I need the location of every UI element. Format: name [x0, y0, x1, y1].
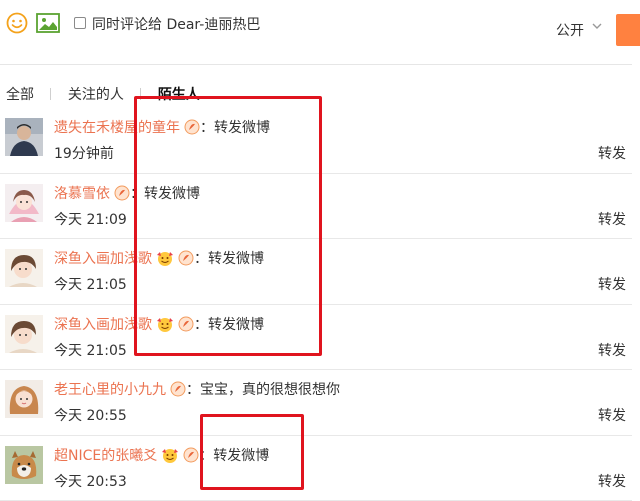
- repost-button[interactable]: 转发: [598, 340, 626, 360]
- avatar[interactable]: [5, 315, 43, 353]
- avatar[interactable]: [5, 380, 43, 418]
- timestamp: 今天 20:55: [54, 405, 127, 425]
- weibo-level-icon: [183, 447, 199, 463]
- chevron-down-icon[interactable]: [592, 21, 602, 31]
- repost-button[interactable]: 转发: [598, 471, 626, 491]
- avatar[interactable]: [5, 446, 43, 484]
- highlight-box: [134, 96, 322, 356]
- avatar[interactable]: [5, 249, 43, 287]
- avatar[interactable]: [5, 184, 43, 222]
- comment-text: ：宝宝，真的很想很想你: [186, 382, 340, 398]
- weibo-level-icon: [170, 381, 186, 397]
- emoji-badge-icon: [161, 447, 179, 463]
- tab-all[interactable]: 全部: [6, 87, 34, 103]
- timestamp: 今天 20:53: [54, 471, 127, 491]
- divider: [0, 64, 632, 65]
- avatar[interactable]: [5, 118, 43, 156]
- list-item: 超NICE的张曦爻：转发微博 今天 20:53 转发: [0, 436, 632, 501]
- list-item: 老王心里的小九九：宝宝，真的很想很想你 今天 20:55 转发: [0, 370, 632, 436]
- also-comment-label: 同时评论给 Dear-迪丽热巴: [92, 14, 260, 34]
- image-upload-icon[interactable]: [36, 13, 60, 33]
- also-comment-checkbox[interactable]: [74, 17, 86, 29]
- repost-button[interactable]: 转发: [598, 143, 626, 163]
- repost-button[interactable]: 转发: [598, 274, 626, 294]
- timestamp: 今天 21:05: [54, 340, 127, 360]
- submit-button[interactable]: [616, 14, 640, 46]
- repost-button[interactable]: 转发: [598, 405, 626, 425]
- timestamp: 今天 21:09: [54, 209, 127, 229]
- username[interactable]: 老王心里的小九九：宝宝，真的很想很想你: [54, 379, 340, 399]
- timestamp: 今天 21:05: [54, 274, 127, 294]
- weibo-level-icon: [114, 185, 130, 201]
- tab-separator: [50, 88, 51, 100]
- highlight-box: [200, 414, 304, 490]
- smile-emoji-icon[interactable]: [6, 12, 28, 34]
- timestamp: 19分钟前: [54, 143, 114, 163]
- composer-toolbar: 同时评论给 Dear-迪丽热巴 公开: [0, 0, 640, 58]
- visibility-dropdown[interactable]: 公开: [556, 20, 584, 40]
- repost-button[interactable]: 转发: [598, 209, 626, 229]
- tab-following[interactable]: 关注的人: [68, 87, 124, 103]
